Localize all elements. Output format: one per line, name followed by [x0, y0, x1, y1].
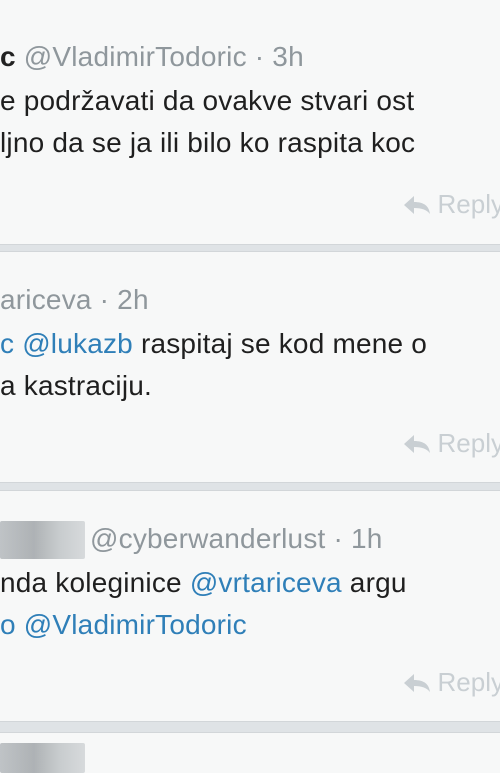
tweet-3-text-b: argu: [349, 567, 407, 598]
tweet-3-text-a: nda koleginice: [0, 567, 182, 598]
tweet-2-text-line-2: a kastraciju.: [0, 370, 152, 401]
tweet-1-reply-button[interactable]: Reply: [402, 189, 500, 220]
tweet-3-mention-vladimirtodoric[interactable]: @VladimirTodoric: [24, 609, 247, 640]
tweet-3-text-line-2: o @VladimirTodoric: [0, 609, 247, 641]
tweet-1-author-name[interactable]: c: [0, 41, 16, 72]
tweet-1: c @VladimirTodoric · 3h e podržavati da …: [0, 0, 500, 245]
tweet-2-header: ariceva · 2h: [0, 284, 149, 316]
tweet-3-header: @cyberwanderlust · 1h: [90, 523, 383, 555]
tweet-3-reply-button[interactable]: Reply: [402, 667, 500, 698]
tweet-4: [0, 732, 500, 773]
tweet-1-author-handle[interactable]: @VladimirTodoric: [24, 41, 247, 72]
tweet-3: @cyberwanderlust · 1h nda koleginice @vr…: [0, 490, 500, 722]
tweet-1-text-line-2: ljno da se ja ili bilo ko raspita koc: [0, 127, 416, 158]
tweet-2-timestamp[interactable]: 2h: [117, 284, 149, 315]
tweet-3-separator: ·: [333, 523, 344, 554]
tweet-2: ariceva · 2h c @lukazb raspitaj se kod m…: [0, 251, 500, 483]
tweet-2-reply-button[interactable]: Reply: [402, 428, 500, 459]
tweet-3-text-c: o: [0, 609, 16, 640]
reply-icon: [402, 433, 432, 455]
tweet-3-author-handle[interactable]: @cyberwanderlust: [90, 523, 326, 554]
tweet-2-text-line-1: c @lukazb raspitaj se kod mene o: [0, 328, 427, 360]
tweet-2-reply-label: Reply: [437, 428, 500, 458]
tweet-2-separator: ·: [99, 284, 110, 315]
tweet-2-author-handle[interactable]: ariceva: [0, 284, 92, 315]
tweet-2-text: raspitaj se kod mene o: [140, 328, 428, 359]
reply-icon: [402, 194, 432, 216]
avatar-blurred[interactable]: [0, 521, 85, 559]
tweet-3-reply-label: Reply: [437, 667, 500, 697]
tweet-2-mention-a[interactable]: c: [0, 328, 14, 359]
tweet-1-reply-label: Reply: [437, 189, 500, 219]
tweet-3-text-line-1: nda koleginice @vrtariceva argu: [0, 567, 407, 599]
tweet-3-timestamp[interactable]: 1h: [351, 523, 383, 554]
avatar-blurred[interactable]: [0, 743, 85, 773]
tweet-1-header: c @VladimirTodoric · 3h: [0, 41, 304, 73]
tweet-1-separator: ·: [254, 41, 265, 72]
tweet-3-mention-vrtariceva[interactable]: @vrtariceva: [190, 567, 342, 598]
tweet-2-mention-lukazb[interactable]: @lukazb: [22, 328, 133, 359]
reply-icon: [402, 672, 432, 694]
tweet-1-text-line-1: e podržavati da ovakve stvari ost: [0, 85, 415, 116]
tweet-1-timestamp[interactable]: 3h: [272, 41, 304, 72]
